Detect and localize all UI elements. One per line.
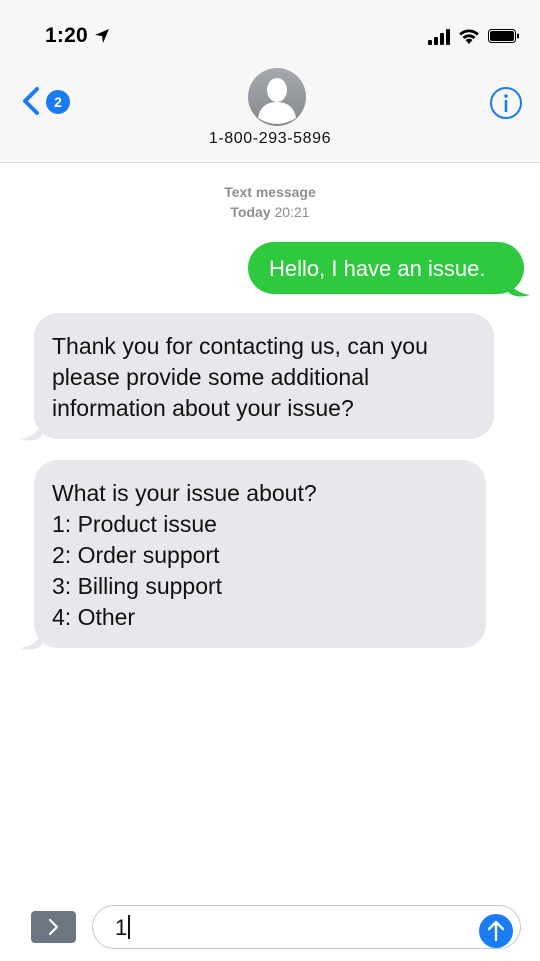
battery-icon (488, 29, 519, 43)
chevron-right-icon (48, 918, 59, 936)
signal-bars-icon (428, 29, 450, 45)
message-text: Thank you for contacting us, can you (52, 333, 428, 359)
back-button[interactable]: 2 (20, 82, 80, 122)
message-text: please provide some additional (52, 364, 370, 390)
send-arrow-icon[interactable] (478, 913, 514, 949)
message-text: 3: Billing support (52, 573, 223, 599)
status-time: 1:20 (45, 24, 88, 47)
messages-screen: 1:20 2 1-800-293-5896 Text message Today… (0, 0, 540, 961)
status-bar: 1:20 (0, 0, 540, 60)
message-composer: 1 (0, 895, 540, 961)
message-text: 1: Product issue (52, 511, 217, 537)
back-chevron-icon (23, 87, 39, 115)
message-text: Hello, I have an issue. (269, 256, 486, 281)
message-day: Today (230, 204, 271, 220)
message-text: information about your issue? (52, 395, 354, 421)
incoming-bubble-tail (20, 420, 42, 441)
message-text: 2: Order support (52, 542, 220, 568)
person-avatar-icon[interactable] (248, 68, 306, 126)
text-caret (128, 915, 131, 939)
message-type-label: Text message (224, 184, 316, 200)
wifi-icon (459, 29, 479, 44)
contact-number[interactable]: 1-800-293-5896 (0, 130, 540, 148)
conversation-header: 2 1-800-293-5896 (0, 60, 540, 163)
location-arrow-icon (95, 29, 109, 43)
outgoing-bubble-tail (508, 276, 530, 297)
message-text: 4: Other (52, 604, 136, 630)
info-icon[interactable] (489, 86, 523, 120)
message-input-value: 1 (115, 915, 131, 941)
incoming-message-bubble[interactable]: What is your issue about? 1: Product iss… (34, 460, 486, 648)
unread-count-badge: 2 (46, 90, 70, 114)
message-text: What is your issue about? (52, 480, 317, 506)
message-time: 20:21 (274, 204, 310, 220)
incoming-bubble-tail (20, 629, 42, 650)
incoming-message-bubble[interactable]: Thank you for contacting us, can you ple… (34, 313, 494, 439)
outgoing-message-bubble[interactable]: Hello, I have an issue. (248, 242, 524, 294)
message-input[interactable]: 1 (92, 905, 521, 949)
message-timestamp: Text message Today 20:21 (0, 182, 540, 222)
apps-button[interactable] (31, 911, 76, 943)
